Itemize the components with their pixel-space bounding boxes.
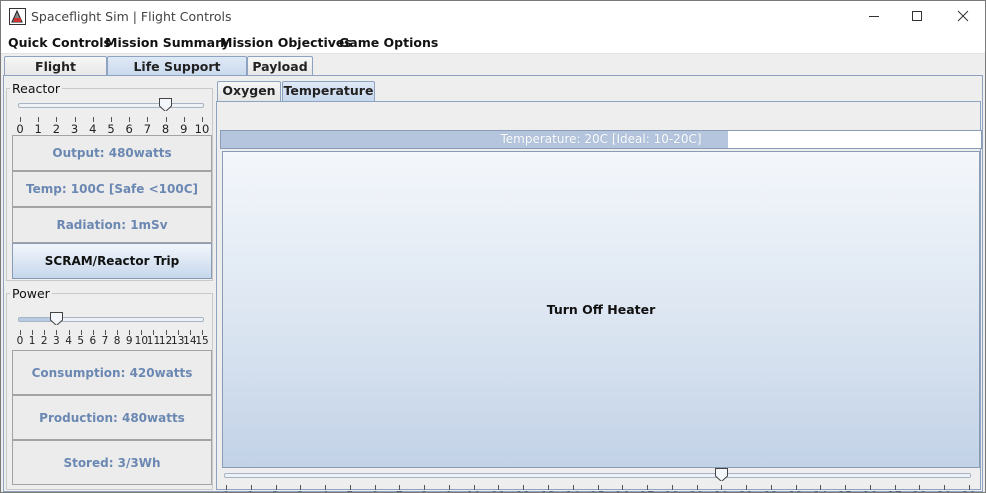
slider-tick-label: 15 [195, 335, 209, 347]
slider-tick-label: 5 [77, 335, 84, 347]
slider-tick-label: 5 [107, 122, 115, 136]
slider-tick-label: 25 [838, 489, 853, 492]
slider-tick-label: 23 [788, 489, 803, 492]
slider-tick-label: 24 [813, 489, 828, 492]
app-icon [9, 8, 26, 25]
slider-tick-label: 22 [764, 489, 779, 492]
slider-tick-label: 9 [180, 122, 188, 136]
tab-oxygen[interactable]: Oxygen [217, 81, 281, 101]
slider-tick-label: 3 [70, 122, 79, 136]
slider-track[interactable] [18, 103, 204, 108]
slider-tick-label: 10 [194, 122, 210, 136]
slider-tick-label: 3 [53, 335, 60, 347]
slider-thumb[interactable] [714, 468, 728, 481]
slider-tick-label: 6 [125, 122, 133, 136]
slider-tick-label: 15 [590, 489, 605, 492]
slider-tick-label: 4 [65, 335, 72, 347]
slider-tick-label: 28 [912, 489, 927, 492]
slider-tick-label: 7 [143, 122, 152, 136]
slider-tick-label: 10 [466, 489, 481, 492]
maximize-icon [912, 11, 922, 21]
slider-tick-label: 6 [89, 335, 97, 347]
window-title: Spaceflight Sim | Flight Controls [31, 9, 232, 24]
slider-tick-label: 21 [739, 489, 754, 492]
tab-temperature[interactable]: Temperature [282, 81, 375, 101]
temperature-panel: Temperature: 20C [Ideal: 10-20C] Turn Of… [216, 101, 982, 492]
slider-track[interactable] [224, 473, 971, 478]
reactor-radiation-button[interactable]: Radiation: 1mSv [12, 207, 212, 243]
slider-thumb[interactable] [49, 312, 63, 325]
menu-mission-summary[interactable]: Mission Summary [105, 35, 229, 50]
slider-tick-label: 7 [101, 335, 109, 347]
slider-tick-label: 14 [565, 489, 580, 492]
temperature-progress-label: Temperature: 20C [Ideal: 10-20C] [500, 132, 702, 146]
scram-button[interactable]: SCRAM/Reactor Trip [12, 243, 212, 279]
power-group: Power 0 1 2 3 4 5 6 7 8 9 10 11 12 13 14 15 Consumption… [6, 286, 213, 490]
slider-tick-label: 9 [125, 335, 133, 347]
slider-thumb[interactable] [159, 98, 173, 111]
menu-mission-objectives[interactable]: Mission Objectives [220, 35, 352, 50]
slider-tick-label: 26 [863, 489, 878, 492]
power-slider[interactable]: 0 1 2 3 4 5 6 7 8 9 10 11 12 13 14 15 [7, 300, 212, 347]
slider-tick-label: 29 [937, 489, 952, 492]
reactor-group: Reactor 0 1 2 3 4 5 6 7 8 9 10 Output: 480watts Te… [6, 81, 213, 281]
menu-quick-controls[interactable]: Quick Controls [8, 35, 111, 50]
power-stored-button[interactable]: Stored: 3/3Wh [12, 440, 212, 485]
power-consumption-button[interactable]: Consumption: 420watts [12, 350, 212, 395]
slider-tick-label: 0 [16, 122, 24, 136]
tab-life-support-controls[interactable]: Life Support Controls [107, 56, 247, 93]
slider-tick-label: 11 [491, 489, 506, 492]
close-icon [957, 10, 969, 22]
title-bar: Spaceflight Sim | Flight Controls [1, 1, 985, 32]
power-production-button[interactable]: Production: 480watts [12, 395, 212, 440]
slider-tick-label: 12 [516, 489, 531, 492]
slider-tick-label: 0 [222, 489, 229, 492]
reactor-output-button[interactable]: Output: 480watts [12, 135, 212, 171]
slider-tick-label: 8 [113, 335, 121, 347]
slider-tick-label: 8 [420, 489, 427, 492]
slider-tick-label: 6 [371, 489, 378, 492]
turn-off-heater-button[interactable]: Turn Off Heater [222, 151, 980, 468]
menu-game-options[interactable]: Game Options [339, 35, 438, 50]
maximize-button[interactable] [894, 1, 940, 31]
slider-tick-label: 8 [161, 122, 170, 136]
slider-tick-label: 13 [541, 489, 556, 492]
slider-tick-label: 30 [962, 489, 977, 492]
temperature-progress-bar: Temperature: 20C [Ideal: 10-20C] [220, 130, 982, 149]
slider-tick-label: 2 [40, 335, 48, 347]
slider-tick-label: 9 [445, 489, 452, 492]
app-window: Spaceflight Sim | Flight Controls Quick … [0, 0, 986, 493]
slider-tick-label: 5 [346, 489, 353, 492]
heater-slider[interactable]: 0123456789101112131415161718192021222324… [222, 468, 980, 492]
slider-tick-label: 2 [52, 122, 61, 136]
reactor-title: Reactor [10, 81, 63, 96]
slider-tick-label: 20 [714, 489, 729, 492]
reactor-slider[interactable]: 0 1 2 3 4 5 6 7 8 9 10 [7, 95, 212, 136]
life-support-panel: Reactor 0 1 2 3 4 5 6 7 8 9 10 Output: 480watts Te… [3, 75, 983, 492]
power-title: Power [10, 286, 52, 301]
slider-tick-label: 0 [16, 335, 24, 347]
slider-tick-label: 17 [640, 489, 655, 492]
slider-tick-label: 27 [887, 489, 902, 492]
tab-flight-controls[interactable]: Flight Controls [4, 56, 107, 93]
slider-tick-label: 16 [615, 489, 630, 492]
slider-tick-label: 3 [297, 489, 304, 492]
tab-payload[interactable]: Payload [247, 56, 313, 77]
close-button[interactable] [940, 1, 985, 31]
minimize-icon [869, 16, 879, 17]
slider-tick-label: 1 [34, 122, 42, 136]
slider-track[interactable] [18, 317, 204, 322]
slider-tick-label: 4 [89, 122, 97, 136]
minimize-button[interactable] [851, 1, 897, 31]
reactor-temp-button[interactable]: Temp: 100C [Safe <100C] [12, 171, 212, 207]
slider-tick-label: 19 [689, 489, 704, 492]
menu-bar: Quick Controls Mission Summary Mission O… [1, 32, 985, 54]
slider-tick-label: 1 [28, 335, 36, 347]
slider-tick-label: 1 [247, 489, 254, 492]
slider-tick-label: 4 [321, 489, 328, 492]
slider-tick-label: 18 [664, 489, 679, 492]
slider-tick-label: 2 [272, 489, 279, 492]
slider-tick-label: 7 [396, 489, 403, 492]
